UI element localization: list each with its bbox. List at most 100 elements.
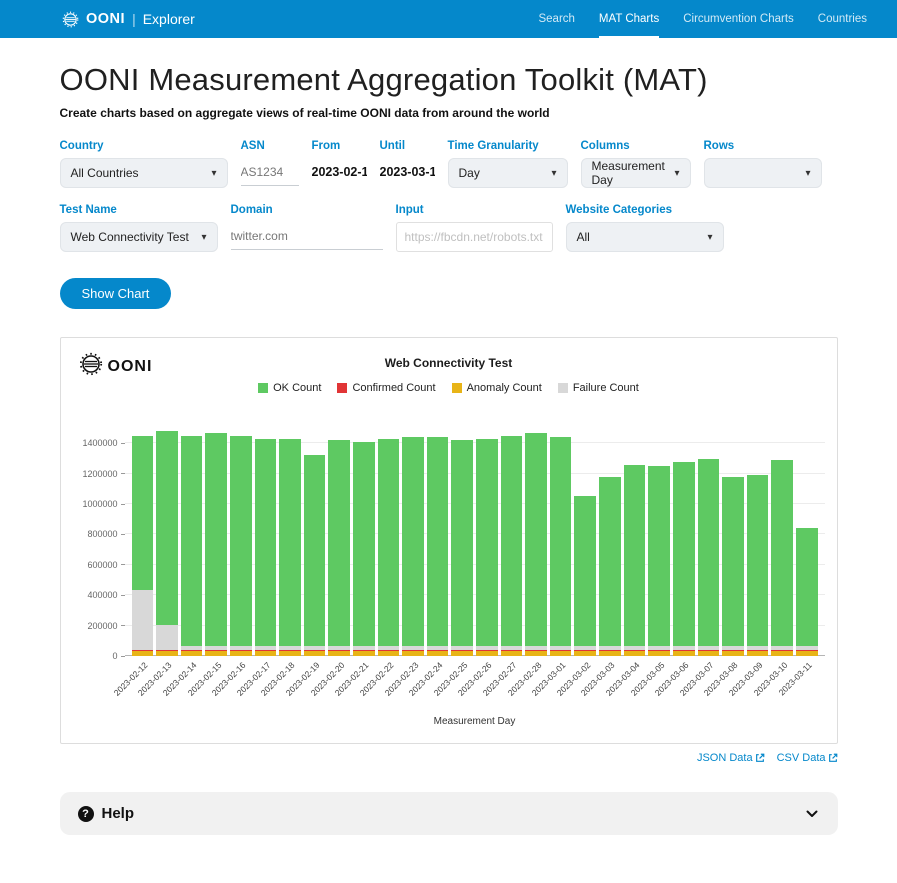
bar-2023-02-25[interactable] xyxy=(451,428,473,656)
domain-field: Domain xyxy=(231,204,383,250)
bar-2023-02-22[interactable] xyxy=(378,428,400,656)
bar-2023-02-26[interactable] xyxy=(476,428,498,656)
bar-2023-03-03[interactable] xyxy=(599,428,621,656)
time-granularity-field: Time Granularity Day ▾ xyxy=(448,140,568,188)
bar-2023-02-21[interactable] xyxy=(353,428,375,656)
bar-segment xyxy=(205,433,227,646)
chevron-down-icon[interactable] xyxy=(804,806,820,822)
time-granularity-select[interactable]: Day ▾ xyxy=(448,158,568,188)
bar-2023-02-27[interactable] xyxy=(501,428,523,656)
bar-2023-02-12[interactable] xyxy=(132,428,154,656)
plot-area xyxy=(125,428,825,656)
bar-segment xyxy=(550,437,572,646)
asn-input[interactable] xyxy=(241,158,299,186)
chevron-down-icon: ▾ xyxy=(707,232,712,243)
json-data-link[interactable]: JSON Data xyxy=(697,752,765,764)
external-link-icon xyxy=(755,753,765,763)
country-select[interactable]: All Countries ▾ xyxy=(60,158,228,188)
bar-segment xyxy=(771,460,793,646)
legend-swatch xyxy=(558,383,568,393)
bar-2023-02-13[interactable] xyxy=(156,428,178,656)
help-accordion[interactable]: ? Help xyxy=(60,792,838,835)
bar-2023-02-14[interactable] xyxy=(181,428,203,656)
bar-segment xyxy=(132,436,154,591)
from-label: From xyxy=(312,140,367,152)
bar-2023-02-17[interactable] xyxy=(255,428,277,656)
bar-segment xyxy=(402,437,424,646)
test-name-field: Test Name Web Connectivity Test ▾ xyxy=(60,204,218,252)
time-granularity-label: Time Granularity xyxy=(448,140,568,152)
x-axis-labels: 2023-02-122023-02-132023-02-142023-02-15… xyxy=(125,656,825,716)
bar-segment xyxy=(624,465,646,646)
chart-title: Web Connectivity Test xyxy=(73,352,825,370)
input-url-input[interactable] xyxy=(396,222,553,252)
show-chart-button[interactable]: Show Chart xyxy=(60,278,172,309)
bar-segment xyxy=(304,455,326,645)
bar-2023-03-07[interactable] xyxy=(698,428,720,656)
bar-2023-03-09[interactable] xyxy=(747,428,769,656)
chevron-down-icon: ▾ xyxy=(551,168,556,179)
bar-2023-02-20[interactable] xyxy=(328,428,350,656)
legend-item: Confirmed Count xyxy=(337,382,435,394)
page-subtitle: Create charts based on aggregate views o… xyxy=(60,106,838,120)
form-row-2: Test Name Web Connectivity Test ▾ Domain… xyxy=(60,204,838,252)
bar-2023-02-23[interactable] xyxy=(402,428,424,656)
rows-select[interactable]: ▾ xyxy=(704,158,822,188)
nav-item-countries[interactable]: Countries xyxy=(818,0,867,38)
bar-2023-03-08[interactable] xyxy=(722,428,744,656)
bar-2023-02-15[interactable] xyxy=(205,428,227,656)
bar-2023-03-01[interactable] xyxy=(550,428,572,656)
csv-data-link[interactable]: CSV Data xyxy=(777,752,838,764)
y-tick-label: 1200000 xyxy=(82,469,124,479)
nav-item-mat-charts[interactable]: MAT Charts xyxy=(599,0,659,38)
bar-2023-02-18[interactable] xyxy=(279,428,301,656)
bar-2023-03-06[interactable] xyxy=(673,428,695,656)
bar-segment xyxy=(599,477,621,645)
time-granularity-select-value: Day xyxy=(459,166,480,180)
rows-field: Rows ▾ xyxy=(704,140,822,188)
nav-item-search[interactable]: Search xyxy=(538,0,574,38)
bar-segment xyxy=(255,439,277,645)
test-name-select[interactable]: Web Connectivity Test ▾ xyxy=(60,222,218,252)
website-categories-select[interactable]: All ▾ xyxy=(566,222,724,252)
website-categories-label: Website Categories xyxy=(566,204,724,216)
website-categories-field: Website Categories All ▾ xyxy=(566,204,724,252)
bar-segment xyxy=(525,433,547,645)
y-tick-label: 1000000 xyxy=(82,499,124,509)
domain-input[interactable] xyxy=(231,222,383,250)
brand[interactable]: OONI | Explorer xyxy=(62,11,195,28)
columns-select[interactable]: Measurement Day ▾ xyxy=(581,158,691,188)
bar-2023-02-28[interactable] xyxy=(525,428,547,656)
bar-2023-03-05[interactable] xyxy=(648,428,670,656)
bar-segment xyxy=(427,437,449,646)
bar-segment xyxy=(328,440,350,646)
bar-2023-03-02[interactable] xyxy=(574,428,596,656)
bar-segment xyxy=(156,625,178,649)
from-date-input[interactable] xyxy=(312,158,367,186)
bar-segment xyxy=(796,528,818,645)
legend-label: OK Count xyxy=(273,382,321,394)
y-tick-label: 200000 xyxy=(87,621,124,631)
bars-container xyxy=(125,428,825,656)
bar-2023-02-19[interactable] xyxy=(304,428,326,656)
nav-item-circumvention-charts[interactable]: Circumvention Charts xyxy=(683,0,794,38)
bar-segment xyxy=(673,462,695,646)
bar-2023-03-11[interactable] xyxy=(796,428,818,656)
chevron-down-icon: ▾ xyxy=(805,168,810,179)
bar-segment xyxy=(698,459,720,646)
bar-2023-02-24[interactable] xyxy=(427,428,449,656)
bar-2023-03-10[interactable] xyxy=(771,428,793,656)
until-date-input[interactable] xyxy=(380,158,435,186)
legend-item: Failure Count xyxy=(558,382,639,394)
ooni-gear-icon xyxy=(62,11,79,28)
chart-legend: OK CountConfirmed CountAnomaly CountFail… xyxy=(73,382,825,394)
json-data-link-label: JSON Data xyxy=(697,752,753,764)
bar-segment xyxy=(476,439,498,645)
bar-segment xyxy=(230,436,252,645)
bar-segment xyxy=(501,436,523,646)
chart-header: OONI Web Connectivity Test OK CountConfi… xyxy=(73,352,825,394)
y-axis: 0200000400000600000800000100000012000001… xyxy=(73,428,125,656)
bar-2023-03-04[interactable] xyxy=(624,428,646,656)
website-categories-select-value: All xyxy=(577,230,590,244)
bar-2023-02-16[interactable] xyxy=(230,428,252,656)
